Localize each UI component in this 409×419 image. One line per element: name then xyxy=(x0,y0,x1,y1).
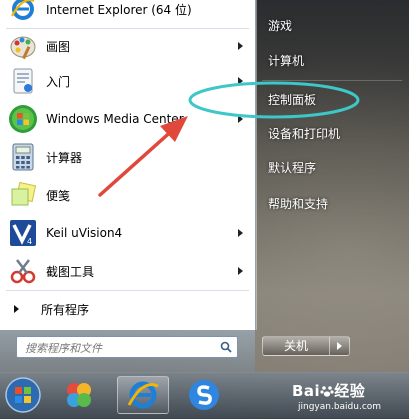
windows-start-icon xyxy=(5,377,41,413)
snipping-tool-icon xyxy=(8,256,38,286)
menu-item-default-programs[interactable]: 默认程序 xyxy=(262,152,402,182)
taskbar-internet-explorer[interactable] xyxy=(117,376,169,414)
program-label: 画图 xyxy=(46,39,71,54)
taskbar-sogou-browser[interactable] xyxy=(183,376,225,414)
sogou-browser-icon xyxy=(189,380,219,410)
svg-text:4: 4 xyxy=(27,237,32,246)
submenu-arrow-icon[interactable] xyxy=(238,267,243,275)
program-keil-uvision4[interactable]: 4 Keil uVision4 xyxy=(0,216,255,250)
shutdown-button[interactable]: 关机 xyxy=(262,336,330,356)
shutdown-label: 关机 xyxy=(283,339,308,353)
menu-item-control-panel[interactable]: 控制面板 xyxy=(262,84,402,114)
taskbar-colorful-app[interactable] xyxy=(58,376,100,414)
program-label: 入门 xyxy=(46,74,71,89)
all-programs-button[interactable]: 所有程序 xyxy=(0,294,255,324)
windows-media-center-icon xyxy=(8,104,38,134)
getting-started-icon xyxy=(8,66,38,96)
submenu-arrow-icon[interactable] xyxy=(238,42,243,50)
menu-item-label: 控制面板 xyxy=(268,92,317,107)
program-label: Keil uVision4 xyxy=(46,226,123,240)
shutdown-options-button[interactable] xyxy=(330,336,350,356)
program-label: 截图工具 xyxy=(46,264,95,279)
paint-icon xyxy=(8,31,38,61)
programs-pane: Internet Explorer (64 位) 画图 入门 Windows M… xyxy=(0,0,256,330)
program-label: Windows Media Center xyxy=(46,112,184,126)
program-calculator[interactable]: 计算器 xyxy=(0,140,255,174)
colorful-app-icon xyxy=(67,383,91,407)
keil-uvision-icon: 4 xyxy=(8,218,38,248)
menu-item-label: 计算机 xyxy=(268,53,305,68)
program-label: 便笺 xyxy=(46,188,71,203)
internet-explorer-icon xyxy=(8,0,38,24)
arrow-right-icon xyxy=(14,305,19,313)
submenu-arrow-icon[interactable] xyxy=(238,229,243,237)
menu-item-help-and-support[interactable]: 帮助和支持 xyxy=(262,188,402,218)
program-label: 计算器 xyxy=(46,150,83,165)
menu-item-label: 默认程序 xyxy=(268,160,317,175)
start-menu: Internet Explorer (64 位) 画图 入门 Windows M… xyxy=(0,0,409,372)
menu-item-games[interactable]: 游戏 xyxy=(262,10,402,40)
program-windows-media-center[interactable]: Windows Media Center xyxy=(0,102,255,136)
watermark-url: jingyan.baidu.com xyxy=(298,402,382,412)
program-getting-started[interactable]: 入门 xyxy=(0,64,255,98)
program-snipping-tool[interactable]: 截图工具 xyxy=(0,254,255,288)
baidu-paw-icon xyxy=(320,386,334,397)
all-programs-label: 所有程序 xyxy=(41,302,90,317)
divider xyxy=(262,80,402,81)
search-icon[interactable] xyxy=(220,341,232,353)
chevron-right-icon xyxy=(337,342,342,350)
submenu-arrow-icon[interactable] xyxy=(238,115,243,123)
program-sticky-notes[interactable]: 便笺 xyxy=(0,178,255,212)
calculator-icon xyxy=(8,142,38,172)
search-input[interactable] xyxy=(23,338,217,358)
menu-item-label: 游戏 xyxy=(268,18,293,33)
program-internet-explorer[interactable]: Internet Explorer (64 位) xyxy=(0,0,255,26)
program-label: Internet Explorer (64 位) xyxy=(46,2,192,17)
program-paint[interactable]: 画图 xyxy=(0,29,255,63)
start-button[interactable] xyxy=(2,376,44,414)
search-box[interactable] xyxy=(16,336,238,358)
menu-item-computer[interactable]: 计算机 xyxy=(262,45,402,75)
internet-explorer-icon xyxy=(127,381,159,409)
watermark-brand: Bai 经验 xyxy=(292,382,366,400)
sticky-notes-icon xyxy=(8,180,38,210)
menu-item-label: 帮助和支持 xyxy=(268,196,329,211)
divider xyxy=(6,290,249,291)
menu-item-devices-and-printers[interactable]: 设备和打印机 xyxy=(262,118,402,148)
menu-item-label: 设备和打印机 xyxy=(268,126,341,141)
submenu-arrow-icon[interactable] xyxy=(238,77,243,85)
baidu-jingyan-watermark: Bai 经验 jingyan.baidu.com xyxy=(292,380,404,416)
